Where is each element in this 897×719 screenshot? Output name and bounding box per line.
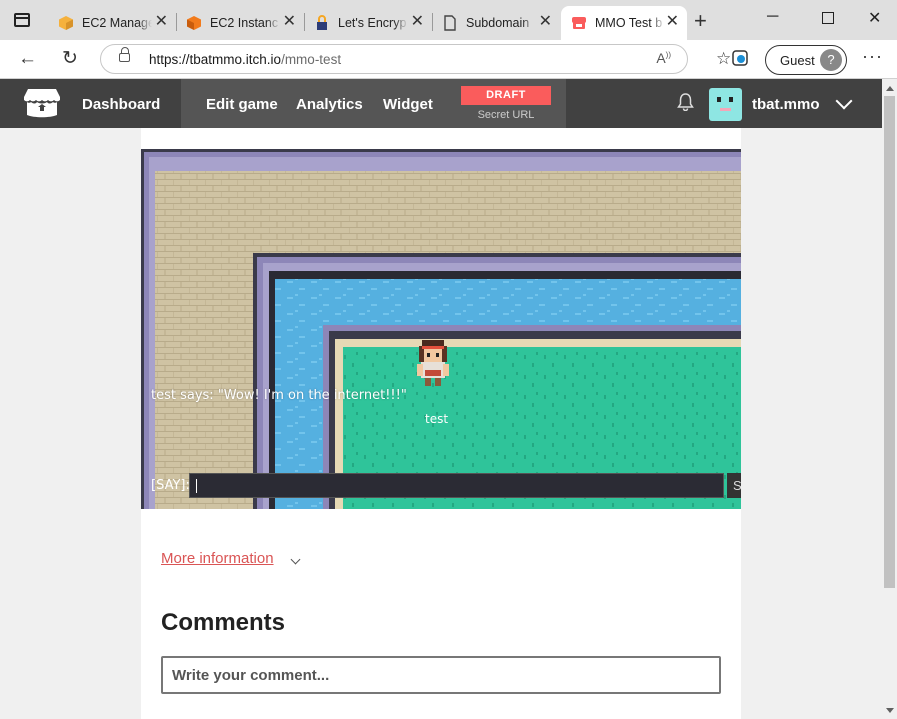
- comment-placeholder: Write your comment...: [172, 667, 330, 684]
- address-bar[interactable]: https://tbatmmo.itch.io/mmo-test A)): [100, 44, 688, 74]
- browser-tab-strip: EC2 Manage ✕ EC2 Instanc ✕ Let's Encryp …: [0, 0, 897, 40]
- url-text[interactable]: https://tbatmmo.itch.io/mmo-test: [149, 52, 341, 67]
- document-icon: [442, 15, 458, 31]
- aws-cube-icon: [58, 15, 74, 31]
- game-map: [141, 149, 741, 509]
- scroll-up-arrow-icon[interactable]: [886, 86, 894, 91]
- nav-widget[interactable]: Widget: [383, 96, 433, 113]
- comment-input[interactable]: Write your comment...: [161, 656, 721, 694]
- itch-logo-icon[interactable]: [24, 87, 60, 119]
- refresh-icon[interactable]: ↻: [62, 48, 78, 70]
- close-tab-icon[interactable]: ✕: [155, 14, 168, 30]
- player-name-label: test: [425, 412, 449, 426]
- minimize-icon[interactable]: ─: [767, 8, 778, 26]
- close-tab-icon[interactable]: ✕: [539, 14, 552, 30]
- game-canvas[interactable]: [141, 149, 741, 509]
- tab-ec2-instances[interactable]: EC2 Instanc ✕: [176, 6, 304, 40]
- tab-title: Let's Encryp: [338, 16, 407, 30]
- itch-icon: [571, 15, 587, 31]
- send-button[interactable]: S: [727, 473, 741, 498]
- tab-title: EC2 Manage: [82, 16, 152, 30]
- read-aloud-icon[interactable]: A)): [656, 50, 671, 66]
- profile-button[interactable]: Guest ?: [765, 45, 847, 75]
- close-window-icon[interactable]: ✕: [868, 8, 881, 28]
- say-label: [SAY]:: [151, 478, 190, 493]
- browser-toolbar: ← ↻ https://tbatmmo.itch.io/mmo-test A))…: [0, 40, 897, 79]
- maximize-icon[interactable]: [822, 12, 834, 24]
- tab-actions-icon[interactable]: [14, 13, 30, 27]
- secret-url-link[interactable]: Secret URL: [461, 109, 551, 121]
- tab-title: Subdomain: [466, 16, 530, 30]
- nav-dashboard[interactable]: Dashboard: [82, 96, 160, 113]
- username[interactable]: tbat.mmo: [752, 96, 820, 113]
- itch-header: Dashboard Edit game Analytics Widget: [0, 79, 882, 128]
- notification-bell-icon[interactable]: [677, 93, 694, 111]
- scrollbar-thumb[interactable]: [884, 96, 895, 588]
- tab-title: EC2 Instanc: [210, 16, 279, 30]
- frog-avatar-icon: [717, 97, 733, 111]
- nav-edit-game[interactable]: Edit game: [206, 96, 278, 113]
- edge-collections-icon[interactable]: [732, 49, 750, 73]
- more-options-icon[interactable]: ···: [862, 46, 883, 67]
- close-tab-icon[interactable]: ✕: [283, 14, 296, 30]
- lock-icon[interactable]: [119, 47, 130, 62]
- tab-ec2-management[interactable]: EC2 Manage ✕: [48, 6, 176, 40]
- new-tab-button[interactable]: +: [694, 10, 707, 32]
- close-tab-icon[interactable]: ✕: [411, 14, 424, 30]
- tab-mmo-test[interactable]: MMO Test b ✕: [561, 6, 687, 40]
- user-avatar[interactable]: [709, 88, 742, 121]
- comments-heading: Comments: [161, 609, 286, 636]
- close-tab-icon[interactable]: ✕: [666, 14, 679, 30]
- url-host: https://tbatmmo.itch.io: [149, 52, 282, 67]
- draft-badge: DRAFT: [461, 86, 551, 105]
- chat-message: test says: "Wow! I'm on the internet!!!": [151, 388, 407, 403]
- tab-subdomain[interactable]: Subdomain ✕: [432, 6, 560, 40]
- scroll-down-arrow-icon[interactable]: [886, 708, 894, 713]
- url-path: /mmo-test: [281, 52, 342, 67]
- say-input[interactable]: [189, 473, 724, 498]
- more-information-link[interactable]: More information: [161, 550, 274, 567]
- back-arrow-icon[interactable]: ←: [18, 48, 37, 70]
- tab-title: MMO Test b: [595, 16, 663, 30]
- tab-letsencrypt[interactable]: Let's Encryp ✕: [304, 6, 432, 40]
- favorites-star-icon[interactable]: ☆: [716, 48, 731, 70]
- guest-avatar-icon: ?: [820, 49, 842, 71]
- letsencrypt-icon: [314, 15, 330, 31]
- profile-label: Guest: [780, 53, 815, 68]
- aws-ec2-icon: [186, 15, 202, 31]
- nav-analytics[interactable]: Analytics: [296, 96, 363, 113]
